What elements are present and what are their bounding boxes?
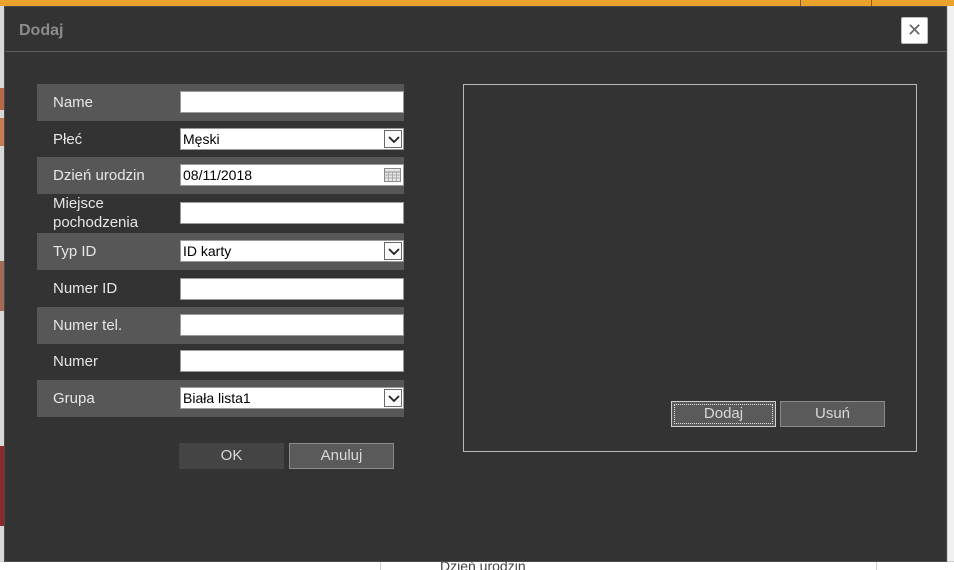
form-row-group: Grupa Biała lista1: [37, 380, 404, 417]
ok-button[interactable]: OK: [179, 443, 284, 469]
background-ghost-label: Dzień urodzin: [440, 561, 526, 570]
birthplace-label: Miejsce pochodzenia: [53, 195, 138, 231]
cancel-button[interactable]: Anuluj: [289, 443, 394, 469]
id-number-input[interactable]: [180, 278, 404, 300]
birthdate-label: Dzień urodzin: [53, 167, 145, 184]
dialog-header: Dodaj ✕: [5, 7, 946, 52]
form-row-birthdate: Dzień urodzin 08/11/2018: [37, 157, 404, 194]
gender-select[interactable]: Męski: [180, 128, 404, 150]
photo-add-button[interactable]: Dodaj: [671, 401, 776, 427]
gender-label: Płeć: [53, 131, 83, 148]
name-input[interactable]: [180, 91, 404, 113]
form-row-birthplace: Miejsce pochodzenia: [37, 194, 404, 231]
number-input[interactable]: [180, 350, 404, 372]
birthdate-input[interactable]: 08/11/2018: [180, 164, 404, 186]
id-number-label: Numer ID: [53, 280, 118, 297]
chevron-down-icon[interactable]: [384, 389, 402, 407]
add-dialog: Dodaj ✕ Name Płeć Męski Dzień urodzin 08…: [4, 6, 947, 562]
chevron-down-icon[interactable]: [384, 242, 402, 260]
id-type-select[interactable]: ID karty: [180, 240, 404, 262]
background-page-bottom: Dzień urodzin: [0, 561, 954, 570]
form-row-name: Name: [37, 84, 404, 121]
group-select-value: Biała lista1: [183, 390, 251, 406]
close-icon: ✕: [906, 20, 923, 40]
dialog-title: Dodaj: [19, 22, 64, 39]
close-button[interactable]: ✕: [901, 17, 928, 44]
number-label: Numer: [53, 353, 99, 370]
form-row-gender: Płeć Męski: [37, 121, 404, 158]
calendar-icon[interactable]: [384, 168, 401, 182]
background-column-separator: [876, 562, 877, 570]
chevron-down-icon[interactable]: [384, 130, 402, 148]
photo-panel: Dodaj Usuń: [463, 84, 917, 452]
birthplace-label-line1: Miejsce: [53, 195, 104, 212]
gender-select-value: Męski: [183, 131, 220, 147]
phone-label: Numer tel.: [53, 317, 123, 334]
background-scrollbar: [947, 6, 954, 570]
form-row-id-type: Typ ID ID karty: [37, 233, 404, 270]
group-label: Grupa: [53, 390, 95, 407]
form-row-phone: Numer tel.: [37, 307, 404, 344]
birthplace-input[interactable]: [180, 202, 404, 224]
form-row-id-number: Numer ID: [37, 270, 404, 307]
phone-input[interactable]: [180, 314, 404, 336]
background-column-separator: [380, 562, 381, 570]
photo-remove-button[interactable]: Usuń: [780, 401, 885, 427]
group-select[interactable]: Biała lista1: [180, 387, 404, 409]
id-type-select-value: ID karty: [183, 243, 232, 259]
name-label: Name: [53, 94, 94, 111]
form-row-number: Numer: [37, 343, 404, 380]
birthdate-value: 08/11/2018: [183, 167, 253, 183]
birthplace-label-line2: pochodzenia: [53, 214, 139, 231]
id-type-label: Typ ID: [53, 243, 97, 260]
